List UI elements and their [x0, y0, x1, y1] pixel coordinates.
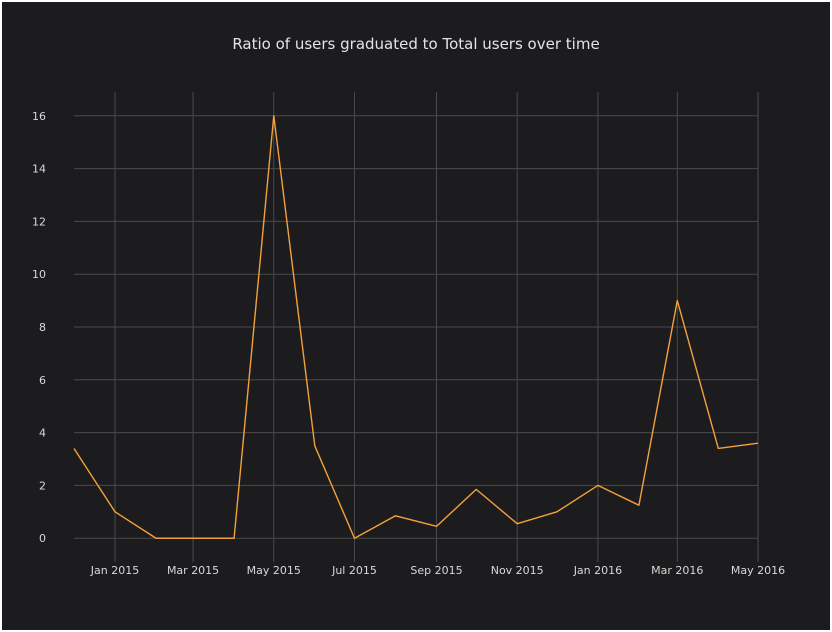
- y-tick-label: 0: [39, 532, 46, 545]
- chart-frame: Ratio of users graduated to Total users …: [2, 2, 830, 630]
- data-point[interactable]: [674, 298, 680, 304]
- y-tick-label: 6: [39, 374, 46, 387]
- data-point[interactable]: [71, 445, 77, 451]
- data-point[interactable]: [554, 509, 560, 515]
- data-point[interactable]: [392, 513, 398, 519]
- data-point[interactable]: [595, 482, 601, 488]
- x-tick-label: Mar 2016: [651, 564, 703, 577]
- y-tick-label: 2: [39, 479, 46, 492]
- data-point[interactable]: [271, 113, 277, 119]
- x-tick-label: Jan 2016: [573, 564, 622, 577]
- data-point[interactable]: [755, 440, 761, 446]
- data-point[interactable]: [434, 523, 440, 529]
- x-tick-label: Sep 2015: [410, 564, 462, 577]
- data-point[interactable]: [231, 535, 237, 541]
- line-chart: Ratio of users graduated to Total users …: [32, 35, 785, 577]
- x-tick-label: Nov 2015: [491, 564, 544, 577]
- y-tick-label: 4: [39, 427, 46, 440]
- data-point[interactable]: [112, 509, 118, 515]
- y-tick-label: 14: [32, 163, 46, 176]
- x-tick-label: Jul 2015: [331, 564, 377, 577]
- x-tick-label: Jan 2015: [90, 564, 139, 577]
- x-tick-label: May 2016: [731, 564, 785, 577]
- chart-title: Ratio of users graduated to Total users …: [232, 35, 599, 53]
- data-point[interactable]: [636, 502, 642, 508]
- x-tick-label: May 2015: [247, 564, 301, 577]
- y-tick-label: 12: [32, 215, 46, 228]
- data-point[interactable]: [514, 521, 520, 527]
- y-tick-label: 10: [32, 268, 46, 281]
- data-point[interactable]: [190, 535, 196, 541]
- data-point[interactable]: [312, 443, 318, 449]
- data-point[interactable]: [715, 445, 721, 451]
- data-point[interactable]: [473, 486, 479, 492]
- y-tick-label: 16: [32, 110, 46, 123]
- y-tick-label: 8: [39, 321, 46, 334]
- x-tick-label: Mar 2015: [167, 564, 219, 577]
- data-point[interactable]: [153, 535, 159, 541]
- data-point[interactable]: [351, 535, 357, 541]
